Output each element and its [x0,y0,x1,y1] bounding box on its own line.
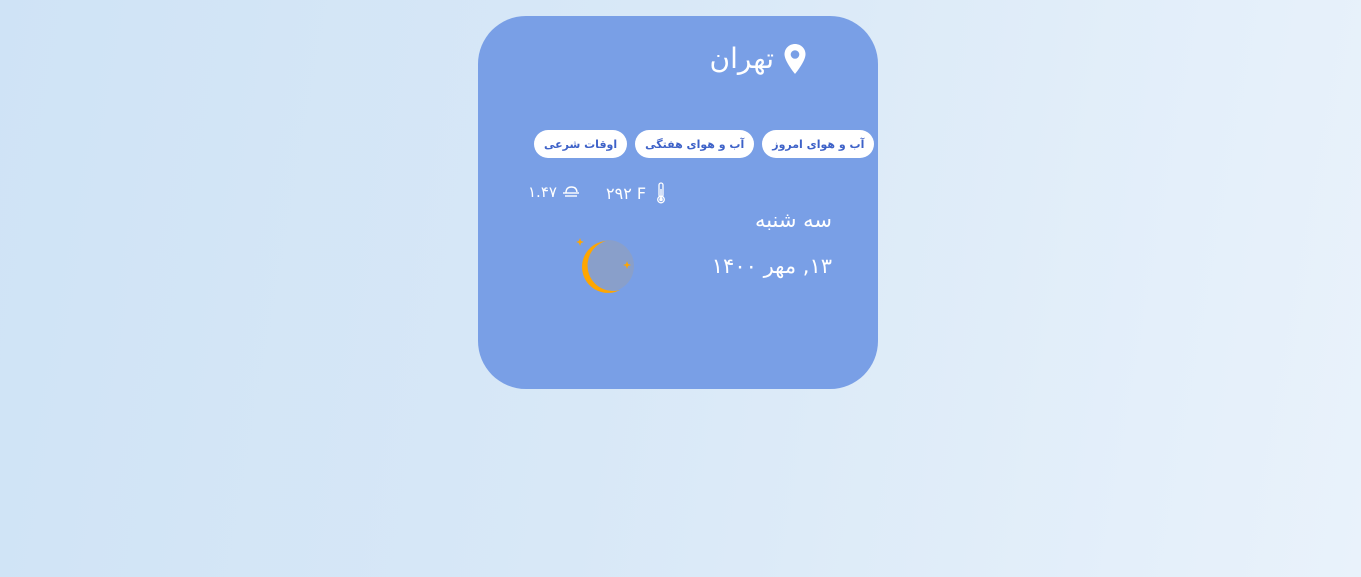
wind: ۱.۴۷ [528,183,580,201]
tab-bar: آب و هوای امروز آب و هوای هفتگی اوقات شر… [534,130,875,158]
wind-value: ۱.۴۷ [528,183,557,201]
date-label: ۱۳, مهر ۱۴۰۰ [711,254,832,278]
weather-card: تهران آب و هوای امروز آب و هوای هفتگی او… [478,16,878,389]
day-label: سه شنبه [754,208,832,232]
moon-stars-icon [576,238,634,293]
tab-prayer-times[interactable]: اوقات شرعی [534,130,628,158]
thermometer-icon [657,182,666,204]
location: تهران [708,40,808,78]
temperature: ۲۹۲ F [606,182,666,204]
city-name: تهران [709,42,775,75]
tab-weekly-weather[interactable]: آب و هوای هفتگی [635,130,755,158]
temperature-value: ۲۹۲ F [606,183,647,203]
location-pin-icon [784,44,806,74]
wind-icon [562,186,579,197]
tab-today-weather[interactable]: آب و هوای امروز [762,130,875,158]
